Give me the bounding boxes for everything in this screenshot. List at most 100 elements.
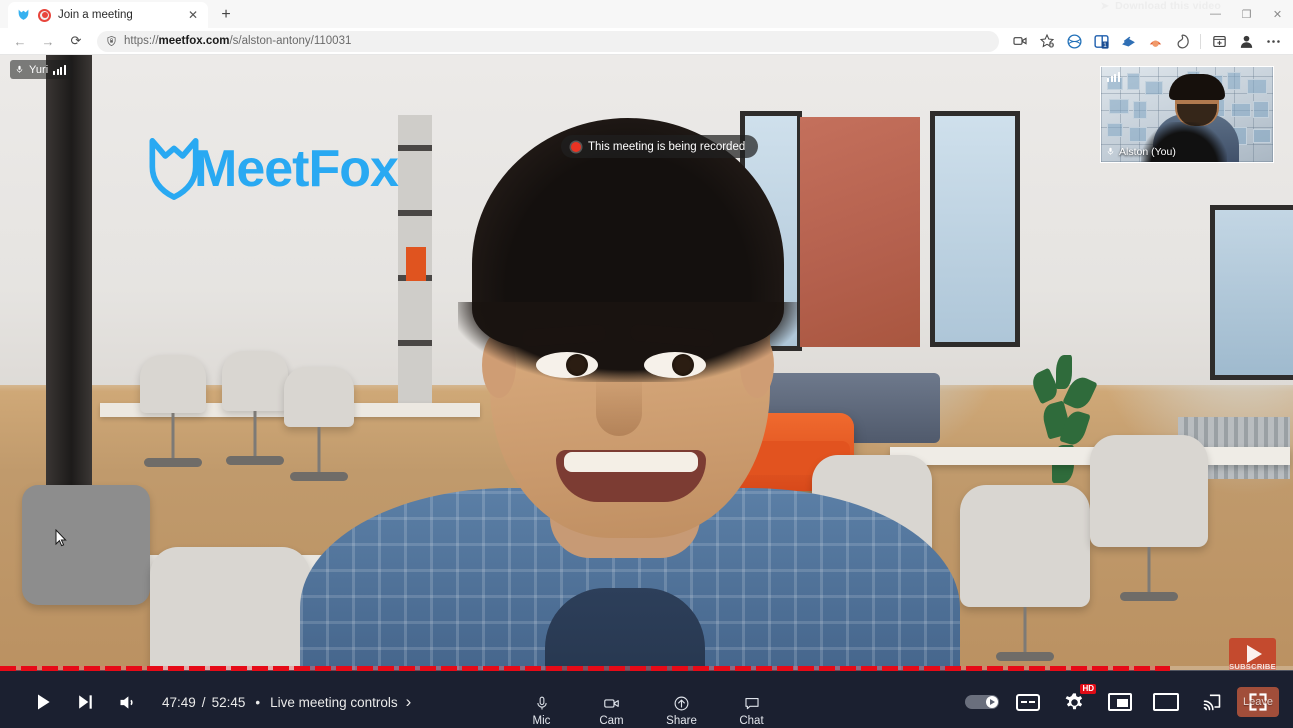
share-up-arrow-icon (674, 696, 689, 711)
participant-eye (536, 352, 598, 378)
svg-text:1: 1 (1103, 42, 1107, 49)
tab-recording-dot-icon (38, 8, 51, 22)
meeting-control-mic[interactable]: Mic (519, 695, 565, 727)
settings-more-icon[interactable] (1260, 30, 1286, 52)
browser-titlebar: ➤ Download this video Join a meeting ✕ +… (0, 0, 1293, 28)
captions-button[interactable] (1007, 681, 1049, 723)
shield-lock-icon (107, 35, 116, 47)
settings-button[interactable]: HD (1053, 681, 1096, 723)
microphone-icon (1107, 147, 1114, 155)
screen-capture-icon[interactable] (1007, 30, 1033, 52)
chapter-chevron-icon[interactable]: › (406, 692, 412, 712)
url-domain: meetfox.com (158, 35, 230, 47)
room-chair (222, 351, 288, 465)
next-button[interactable] (64, 681, 106, 723)
new-tab-button[interactable]: + (213, 2, 239, 28)
video-stage[interactable]: MeetFox Yuri This meeting is being recor… (0, 55, 1293, 728)
chapter-label[interactable]: Live meeting controls (270, 695, 398, 710)
window-minimize-button[interactable]: — (1200, 0, 1231, 28)
room-chair-right (960, 485, 1090, 661)
split-screen-icon[interactable]: 1 (1088, 30, 1114, 52)
meetfox-logo-icon (149, 138, 199, 200)
self-view-name: Alston (You) (1119, 145, 1176, 158)
copilot-icon[interactable] (1169, 30, 1195, 52)
window-maximize-button[interactable]: ❐ (1231, 0, 1262, 28)
play-button[interactable] (22, 681, 64, 723)
browser-window: ➤ Download this video Join a meeting ✕ +… (0, 0, 1293, 728)
progress-bar-played (0, 666, 1171, 671)
address-bar-url: https://meetfox.com/s/alston-antony/1100… (124, 35, 351, 47)
meetfox-logo-text: MeetFox (194, 140, 399, 198)
room-plant (1028, 355, 1098, 505)
microphone-icon (536, 696, 547, 710)
tab-close-button[interactable]: ✕ (185, 7, 201, 23)
youtube-play-icon (1246, 644, 1262, 663)
self-view-thumbnail[interactable]: Alston (You) (1100, 66, 1274, 163)
browser-toolbar: ← → ⟳ https://meetfox.com/s/alston-anton… (0, 28, 1293, 55)
player-left-controls: 47:49 / 52:45 • Live meeting controls › (0, 681, 411, 723)
browser-essentials-icon[interactable] (1061, 30, 1087, 52)
progress-bar[interactable] (0, 666, 1293, 671)
recording-notice-label: This meeting is being recorded (588, 140, 746, 153)
meeting-controls-group: Mic Cam Share Chat (519, 695, 775, 727)
cast-icon (1203, 694, 1221, 711)
profile-avatar-icon[interactable] (1233, 30, 1259, 52)
leave-meeting-button[interactable]: Leave (1237, 687, 1279, 717)
microphone-icon (16, 65, 23, 73)
collections-icon[interactable] (1142, 30, 1168, 52)
cast-button[interactable] (1191, 681, 1233, 723)
window-close-button[interactable]: ✕ (1262, 0, 1293, 28)
video-player-controls: 47:49 / 52:45 • Live meeting controls › (0, 666, 1293, 728)
tab-title: Join a meeting (58, 9, 133, 21)
settings-gear-icon (1065, 692, 1082, 709)
remote-participant-name: Yuri (29, 63, 49, 76)
time-separator: / (201, 694, 206, 710)
mouse-pointer-icon (55, 529, 67, 547)
add-vertical-tab-icon[interactable] (1206, 30, 1232, 52)
back-button[interactable]: ← (7, 30, 33, 52)
recording-notice: This meeting is being recorded (561, 135, 759, 158)
browser-tab[interactable]: Join a meeting ✕ (8, 2, 208, 28)
forward-button[interactable]: → (35, 30, 61, 52)
self-view-name-badge: Alston (You) (1106, 145, 1176, 158)
room-chair (140, 355, 206, 467)
window-controls: — ❐ ✕ (1200, 0, 1293, 28)
participant-mouth (556, 450, 706, 502)
url-scheme: https:// (124, 35, 159, 47)
address-bar[interactable]: https://meetfox.com/s/alston-antony/1100… (97, 30, 999, 52)
room-chair-front (22, 485, 150, 605)
room-window-right (1210, 205, 1293, 380)
meetfox-fox-icon (17, 8, 31, 22)
download-arrow-icon: ➤ (1100, 0, 1110, 12)
recording-dot-icon (571, 141, 581, 152)
favorites-star-add-icon[interactable] (1034, 30, 1060, 52)
fullscreen-icon (1249, 693, 1267, 711)
autoplay-toggle-icon (965, 695, 999, 709)
time-total: 52:45 (211, 694, 246, 710)
autoplay-toggle[interactable] (961, 681, 1003, 723)
meetfox-wall-logo: MeetFox (148, 138, 399, 200)
url-path: /s/alston-antony/110031 (229, 35, 352, 47)
immersive-reader-icon[interactable] (1115, 30, 1141, 52)
miniplayer-button[interactable] (1099, 681, 1141, 723)
quality-badge: HD (1080, 684, 1096, 694)
meeting-control-chat[interactable]: Chat (729, 695, 775, 727)
chat-bubble-icon (744, 697, 759, 710)
meeting-control-share[interactable]: Share (659, 695, 705, 727)
closed-captions-icon (1016, 693, 1040, 711)
meeting-control-chat-label: Chat (739, 715, 764, 727)
theater-mode-icon (1153, 693, 1179, 711)
room-chair-right (1090, 435, 1208, 601)
theater-mode-button[interactable] (1145, 681, 1187, 723)
meeting-control-mic-label: Mic (532, 715, 551, 727)
meeting-control-cam[interactable]: Cam (589, 695, 635, 727)
toolbar-divider (1200, 33, 1201, 49)
meeting-control-share-label: Share (666, 715, 697, 727)
volume-button[interactable] (106, 681, 148, 723)
remote-participant-name-badge: Yuri (10, 60, 73, 79)
player-timestamp: 47:49 / 52:45 • Live meeting controls › (162, 692, 411, 712)
meeting-control-cam-label: Cam (599, 715, 624, 727)
reload-button[interactable]: ⟳ (63, 30, 89, 52)
remote-participant-figure (300, 108, 960, 728)
camera-icon (604, 699, 619, 708)
